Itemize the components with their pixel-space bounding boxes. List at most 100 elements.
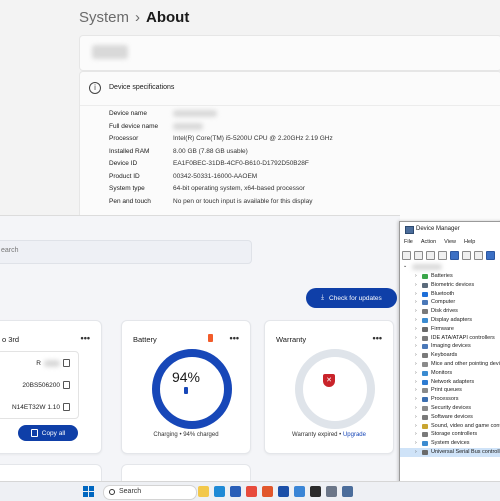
device-manager-icon[interactable]: [342, 486, 353, 497]
device-category[interactable]: › Biometric devices: [400, 281, 500, 290]
device-category[interactable]: › Keyboards: [400, 351, 500, 360]
scan-icon[interactable]: [474, 250, 483, 260]
terminal-icon[interactable]: [310, 486, 321, 497]
device-category[interactable]: › System devices: [400, 439, 500, 448]
taskbar-search-label: Search: [119, 488, 142, 495]
start-icon[interactable]: [83, 486, 94, 497]
device-category-icon: [422, 397, 428, 403]
expand-icon[interactable]: ›: [415, 325, 417, 334]
expand-icon[interactable]: ›: [415, 316, 417, 325]
device-category[interactable]: › Print queues: [400, 386, 500, 395]
store-icon[interactable]: [230, 486, 241, 497]
device-category[interactable]: › IDE ATA/ATAPI controllers: [400, 334, 500, 343]
back-icon[interactable]: [402, 250, 411, 260]
upgrade-link[interactable]: Upgrade: [343, 432, 366, 438]
device-category[interactable]: › Batteries: [400, 272, 500, 281]
expand-icon[interactable]: ›: [415, 430, 417, 439]
expand-icon[interactable]: ›: [415, 395, 417, 404]
device-category[interactable]: › Imaging devices: [400, 342, 500, 351]
device-category[interactable]: › Firmware: [400, 325, 500, 334]
device-category-icon: [422, 274, 428, 279]
copy-icon[interactable]: [63, 403, 70, 411]
spec-value: EA1F0BEC-31DB-4CF0-B610-D1792D50B28F: [173, 160, 309, 167]
menu-help[interactable]: Help: [464, 239, 475, 245]
expand-icon[interactable]: ›: [415, 281, 417, 290]
expand-icon[interactable]: ›: [415, 272, 417, 281]
bios-version: N14ET32W 1.10: [11, 403, 60, 411]
device-category[interactable]: › Network adapters: [400, 378, 500, 387]
device-category[interactable]: › Security devices: [400, 404, 500, 413]
properties-icon[interactable]: [426, 250, 435, 260]
settings-icon[interactable]: [326, 486, 337, 497]
device-category[interactable]: › Processors: [400, 395, 500, 404]
spec-value: Intel(R) Core(TM) i5-5200U CPU @ 2.20GHz…: [173, 135, 333, 142]
spec-row: Pen and touch No pen or touch input is av…: [109, 198, 333, 211]
device-category-icon: [422, 449, 428, 455]
device-category-icon: [422, 379, 428, 385]
collapse-icon[interactable]: ⌄: [403, 263, 407, 269]
device-manager-window: Device Manager File Action View Help ⌄ ›…: [399, 221, 500, 486]
copy-all-button[interactable]: Copy all: [18, 425, 78, 441]
more-options-icon[interactable]: •••: [81, 333, 90, 343]
expand-icon[interactable]: ›: [415, 386, 417, 395]
menu-file[interactable]: File: [404, 239, 413, 245]
device-category-label: Imaging devices: [431, 343, 471, 350]
more-options-icon[interactable]: •••: [373, 333, 382, 343]
copy-icon[interactable]: [63, 359, 70, 367]
device-category[interactable]: › Disk drives: [400, 307, 500, 316]
expand-icon[interactable]: ›: [415, 290, 417, 299]
expand-icon[interactable]: ›: [415, 360, 417, 369]
device-category[interactable]: › Software devices: [400, 413, 500, 422]
expand-icon[interactable]: ›: [415, 334, 417, 343]
monitor-icon[interactable]: [486, 250, 495, 260]
device-category[interactable]: › Bluetooth: [400, 290, 500, 299]
expand-icon[interactable]: ›: [415, 422, 417, 431]
expand-icon[interactable]: ›: [415, 369, 417, 378]
copy-icon[interactable]: [63, 381, 70, 389]
device-category-label: Sound, video and game controllers: [431, 422, 500, 429]
menu-action[interactable]: Action: [421, 239, 436, 245]
chrome-icon[interactable]: [246, 486, 257, 497]
file-explorer-icon[interactable]: [198, 486, 209, 497]
lenovo-icon[interactable]: [278, 486, 289, 497]
expand-icon[interactable]: ›: [415, 342, 417, 351]
expand-icon[interactable]: ›: [415, 448, 417, 457]
device-manager-menubar: File Action View Help: [404, 239, 475, 245]
breadcrumb-system[interactable]: System: [79, 9, 129, 26]
edge-icon[interactable]: [214, 486, 225, 497]
check-for-updates-button[interactable]: ⤓ Check for updates: [306, 288, 397, 308]
device-category[interactable]: › Display adapters: [400, 316, 500, 325]
mail-icon[interactable]: [294, 486, 305, 497]
more-options-icon[interactable]: •••: [230, 333, 239, 343]
expand-icon[interactable]: ›: [415, 439, 417, 448]
expand-icon[interactable]: ›: [415, 298, 417, 307]
serial-line: R: [36, 359, 70, 367]
help-icon[interactable]: [450, 250, 459, 260]
spec-row: System type 64-bit operating system, x64-…: [109, 185, 333, 198]
menu-view[interactable]: View: [444, 239, 456, 245]
device-category[interactable]: › Sound, video and game controllers: [400, 422, 500, 431]
device-category[interactable]: › Computer: [400, 298, 500, 307]
device-specifications-header[interactable]: i Device specifications: [80, 72, 500, 106]
expand-icon[interactable]: ›: [415, 413, 417, 422]
device-category[interactable]: › Mice and other pointing devices: [400, 360, 500, 369]
spec-list: Device name Full device name Processor In…: [109, 110, 333, 210]
forward-icon[interactable]: [414, 250, 423, 260]
list-icon[interactable]: [438, 250, 447, 260]
device-tree-root[interactable]: ⌄: [400, 262, 500, 272]
device-category[interactable]: › Universal Serial Bus controllers: [400, 447, 500, 457]
expand-icon[interactable]: ›: [415, 351, 417, 360]
search-input[interactable]: earch: [0, 240, 252, 264]
device-category[interactable]: › Storage controllers: [400, 430, 500, 439]
taskbar-search[interactable]: Search: [103, 485, 197, 500]
warranty-status-text: Warranty expired •: [292, 432, 343, 438]
view-icon[interactable]: [462, 250, 471, 260]
expand-icon[interactable]: ›: [415, 404, 417, 413]
device-manager-titlebar[interactable]: Device Manager: [400, 222, 500, 236]
expand-icon[interactable]: ›: [415, 307, 417, 316]
device-category-label: Batteries: [431, 273, 453, 279]
support-app-window: earch ⤓ Check for updates o 3rd ••• R 20…: [0, 215, 400, 496]
device-category[interactable]: › Monitors: [400, 369, 500, 378]
media-player-icon[interactable]: [262, 486, 273, 497]
expand-icon[interactable]: ›: [415, 378, 417, 387]
